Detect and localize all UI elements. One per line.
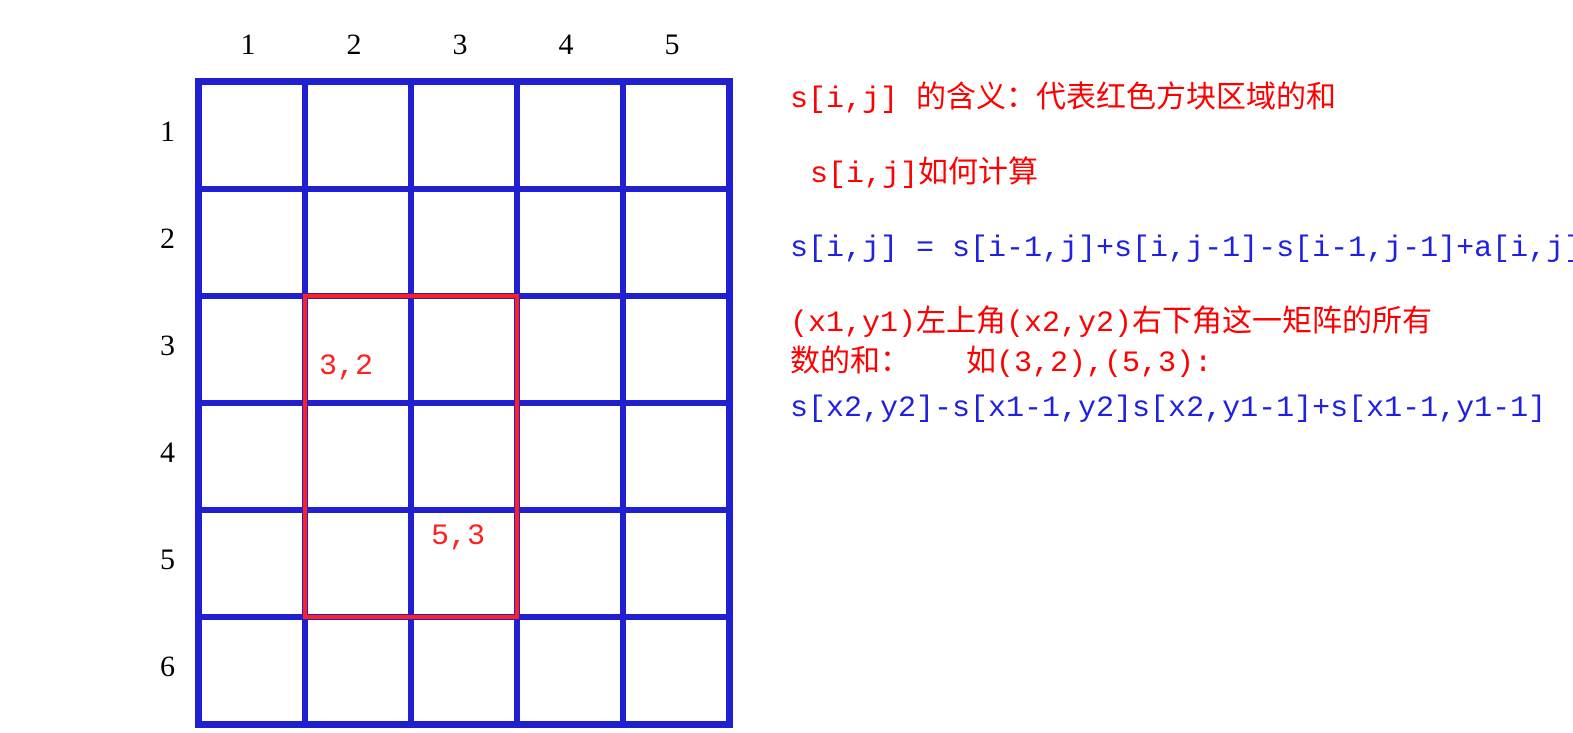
row-label: 6: [135, 613, 175, 720]
grid-cell: [305, 189, 411, 296]
grid-cell: [199, 82, 305, 189]
line-submatrix-desc: (x1,y1)左上角(x2,y2)右下角这一矩阵的所有 数的和： 如(3,2),…: [790, 304, 1560, 385]
grid-cell: [411, 82, 517, 189]
row-labels: 1 2 3 4 5 6: [135, 78, 175, 720]
annot-bottom-right: 5,3: [431, 520, 485, 554]
grid-cell: [305, 403, 411, 510]
col-label: 1: [195, 28, 301, 62]
grid-cell: [623, 189, 729, 296]
grid-cell: [411, 403, 517, 510]
grid-cell: [199, 510, 305, 617]
col-label: 2: [301, 28, 407, 62]
grid-row: [199, 296, 729, 403]
grid-cell: [305, 617, 411, 724]
annot-top-left: 3,2: [319, 350, 373, 384]
row-label: 3: [135, 292, 175, 399]
line-meaning: s[i,j] 的含义：代表红色方块区域的和: [790, 80, 1560, 121]
grid-cell: [305, 510, 411, 617]
grid-cell: [623, 510, 729, 617]
grid-cell: [623, 296, 729, 403]
grid-cell: [199, 403, 305, 510]
grid-cell: [411, 189, 517, 296]
grid-cell: [623, 617, 729, 724]
line4b: 数的和：: [790, 347, 910, 381]
row-label: 5: [135, 506, 175, 613]
line-formula-2: s[x2,y2]-s[x1-1,y2]s[x2,y1-1]+s[x1-1,y1-…: [790, 389, 1560, 430]
col-label: 5: [619, 28, 725, 62]
grid-cell: [199, 189, 305, 296]
grid: [195, 78, 733, 728]
row-label: 2: [135, 185, 175, 292]
grid-cell: [623, 82, 729, 189]
diagram-root: 1 2 3 4 5 1 2 3 4 5 6 3,2 5,3 s[i,j] 的含义…: [0, 0, 1573, 733]
grid-cell: [517, 403, 623, 510]
row-label: 4: [135, 399, 175, 506]
line-howto-title: s[i,j]如何计算: [790, 155, 1560, 196]
row-label: 1: [135, 78, 175, 185]
line4a: (x1,y1)左上角(x2,y2)右下角这一矩阵的所有: [790, 307, 1432, 341]
col-label: 4: [513, 28, 619, 62]
grid-cell: [199, 617, 305, 724]
grid-cell: [517, 296, 623, 403]
grid-cell: [517, 617, 623, 724]
line-formula-1: s[i,j] = s[i-1,j]+s[i,j-1]-s[i-1,j-1]+a[…: [790, 229, 1560, 270]
grid-row: [199, 617, 729, 724]
grid-cell: [623, 403, 729, 510]
grid-cell: [517, 189, 623, 296]
grid-cell: [411, 296, 517, 403]
grid-cell: [517, 510, 623, 617]
grid-row: [199, 403, 729, 510]
col-labels: 1 2 3 4 5: [195, 28, 725, 62]
grid-cell: [305, 82, 411, 189]
explanation: s[i,j] 的含义：代表红色方块区域的和 s[i,j]如何计算 s[i,j] …: [790, 80, 1560, 463]
col-label: 3: [407, 28, 513, 62]
grid-cell: [199, 296, 305, 403]
grid-cell: [411, 617, 517, 724]
grid-row: [199, 189, 729, 296]
grid-row: [199, 82, 729, 189]
line4c: 如(3,2),(5,3):: [966, 347, 1212, 381]
grid-cell: [517, 82, 623, 189]
